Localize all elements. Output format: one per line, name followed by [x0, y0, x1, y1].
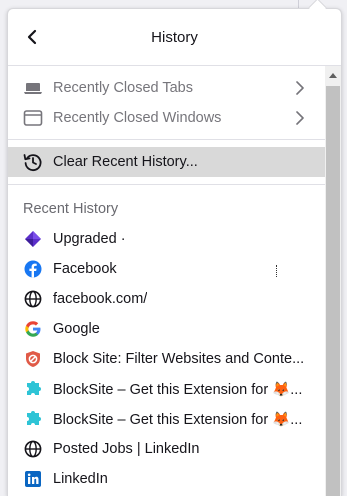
- recent-history-heading: Recent History: [23, 201, 119, 217]
- scrollbar-thumb[interactable]: [326, 86, 340, 496]
- window-icon: [23, 108, 43, 128]
- chevron-right-icon: [296, 111, 304, 125]
- history-item-label: LinkedIn: [53, 471, 108, 487]
- history-item-label: BlockSite – Get this Extension for 🦊...: [53, 382, 303, 398]
- recently-closed-windows-label: Recently Closed Windows: [53, 110, 222, 126]
- history-item[interactable]: Block Site: Filter Websites and Conte...: [8, 344, 325, 374]
- scrollbar[interactable]: [325, 66, 341, 496]
- history-item-label: Facebook: [53, 261, 117, 277]
- recently-closed-tabs-label: Recently Closed Tabs: [53, 80, 193, 96]
- menu-divider: [8, 184, 341, 185]
- panel-title: History: [151, 29, 198, 46]
- history-clock-icon: [23, 152, 43, 172]
- scroll-up-arrow-icon: [329, 73, 337, 78]
- laptop-icon: [23, 78, 43, 98]
- history-item-label: Google: [53, 321, 100, 337]
- history-item[interactable]: facebook.com/: [8, 284, 325, 314]
- clear-recent-history-item[interactable]: Clear Recent History...: [8, 147, 325, 177]
- history-item[interactable]: LinkedIn: [8, 464, 325, 494]
- history-item[interactable]: Upgraded ·: [8, 224, 325, 254]
- text-cursor: [276, 265, 279, 277]
- history-item-label: Posted Jobs | LinkedIn: [53, 441, 200, 457]
- globe-icon: [23, 289, 43, 309]
- history-item-label: facebook.com/: [53, 291, 148, 307]
- clear-recent-history-label: Clear Recent History...: [53, 154, 198, 170]
- blocksite-shield-icon: [23, 349, 43, 369]
- menu-divider: [8, 139, 341, 140]
- toolbar-divider: [298, 0, 299, 8]
- history-item-label: BlockSite – Get this Extension for 🦊...: [53, 412, 303, 428]
- history-item[interactable]: BlockSite – Get this Extension for 🦊...: [8, 374, 325, 404]
- google-icon: [23, 319, 43, 339]
- recently-closed-tabs-item[interactable]: Recently Closed Tabs: [8, 73, 325, 103]
- chevron-right-icon: [296, 81, 304, 95]
- history-item-label: Block Site: Filter Websites and Conte...: [53, 351, 305, 367]
- globe-icon: [23, 439, 43, 459]
- history-item[interactable]: BlockSite – Get this Extension for 🦊...: [8, 404, 325, 434]
- purple-diamond-icon: [23, 229, 43, 249]
- linkedin-icon: [23, 469, 43, 489]
- history-item-label: Upgraded ·: [53, 231, 126, 247]
- facebook-icon: [23, 259, 43, 279]
- history-item[interactable]: Google: [8, 314, 325, 344]
- panel-header: History: [8, 9, 341, 65]
- blocksite-puzzle-icon: [23, 379, 43, 399]
- history-item[interactable]: Posted Jobs | LinkedIn: [8, 434, 325, 464]
- history-panel: History Recently Closed Tabs Recently Cl…: [7, 8, 342, 496]
- recently-closed-windows-item[interactable]: Recently Closed Windows: [8, 103, 325, 133]
- header-divider: [8, 65, 341, 66]
- blocksite-puzzle-icon: [23, 409, 43, 429]
- browser-toolbar-edge: [0, 0, 347, 8]
- scroll-up-button[interactable]: [325, 68, 341, 82]
